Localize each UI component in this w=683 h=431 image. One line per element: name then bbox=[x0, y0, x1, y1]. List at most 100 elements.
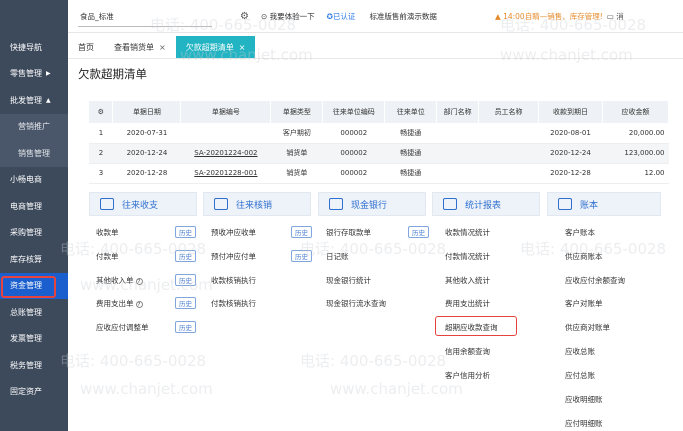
menu-payment-writeoff[interactable]: 付款核销执行 bbox=[211, 298, 256, 309]
menu-supplier-statement[interactable]: 供应商对账单 bbox=[565, 322, 610, 333]
menu-receipt-writeoff[interactable]: 收款核销执行 bbox=[211, 275, 256, 286]
message-icon[interactable]: ▭ 消 bbox=[607, 11, 624, 22]
table-row[interactable]: 3 2020-12-28 SA-20201228-001 销货单 000002 … bbox=[89, 163, 669, 184]
menu-customer-book[interactable]: 客户账本 bbox=[565, 227, 595, 238]
document-link[interactable]: SA-20201228-001 bbox=[180, 163, 271, 184]
column-header[interactable]: 往来单位 bbox=[384, 101, 438, 123]
menu-cash-bank-flow[interactable]: 现金银行流水查询 bbox=[326, 298, 386, 309]
history-button[interactable]: 历史 bbox=[175, 297, 196, 309]
sidebar-item-ecommerce[interactable]: 电商管理 bbox=[0, 193, 68, 220]
section-ledger-books: 账本 bbox=[547, 192, 661, 216]
sidebar-item-quick-nav[interactable]: 快捷导航 bbox=[0, 34, 68, 61]
tab-overdue-list[interactable]: 欠款超期清单 × bbox=[175, 36, 256, 58]
sidebar-item-ledger[interactable]: 总账管理 bbox=[0, 299, 68, 326]
menu-bank-deposit[interactable]: 银行存取款单 bbox=[326, 227, 371, 238]
table-cell: 000002 bbox=[322, 143, 385, 164]
column-header[interactable]: 员工名称 bbox=[478, 101, 539, 123]
history-button[interactable]: 历史 bbox=[175, 250, 196, 262]
history-button[interactable]: 历史 bbox=[291, 250, 312, 262]
sidebar-item-tax[interactable]: 税务管理 bbox=[0, 352, 68, 379]
menu-ar-detail[interactable]: 应收明细账 bbox=[565, 394, 603, 405]
menu-prepay-receivable[interactable]: 预收冲应收单 bbox=[211, 227, 256, 238]
table-cell bbox=[478, 163, 539, 184]
write-off-icon bbox=[214, 198, 228, 210]
menu-receipt-stats[interactable]: 收款情况统计 bbox=[445, 227, 490, 238]
sidebar-item-purchase[interactable]: 采购管理 bbox=[0, 220, 68, 247]
menu-customer-statement[interactable]: 客户对账单 bbox=[565, 298, 603, 309]
menu-ar-ap-balance[interactable]: 应收应付余额查询 bbox=[565, 275, 625, 286]
column-header[interactable]: 收款到期日 bbox=[538, 101, 603, 123]
menu-journal[interactable]: 日记账 bbox=[326, 251, 349, 262]
sidebar-item-fixed-assets[interactable]: 固定资产 bbox=[0, 379, 68, 406]
table-cell: 销货单 bbox=[270, 163, 323, 184]
history-button[interactable]: 历史 bbox=[408, 226, 429, 238]
menu-supplier-book[interactable]: 供应商账本 bbox=[565, 251, 603, 262]
sidebar-item-invoice[interactable]: 发票管理 bbox=[0, 326, 68, 353]
document-link[interactable]: SA-20201224-002 bbox=[180, 143, 271, 164]
menu-receipt[interactable]: 收款单 bbox=[96, 227, 119, 238]
menu-ar-ap-adjust[interactable]: 应收应付调整单 bbox=[96, 322, 149, 333]
menu-ap-ledger[interactable]: 应付总账 bbox=[565, 370, 595, 381]
menu-expense[interactable]: 费用支出单? bbox=[96, 298, 143, 309]
sidebar-item-marketing[interactable]: 营销推广 bbox=[0, 113, 68, 140]
table-cell: 畅捷通 bbox=[384, 143, 437, 164]
tab-label: 欠款超期清单 bbox=[185, 42, 234, 52]
tab-view-sales-order[interactable]: 查看销货单 × bbox=[104, 36, 176, 58]
help-icon[interactable]: ? bbox=[135, 300, 143, 308]
menu-other-income-stats[interactable]: 其他收入统计 bbox=[445, 275, 490, 286]
column-header[interactable]: 部门名称 bbox=[436, 101, 480, 123]
shop-selector[interactable]: 食品_标准 bbox=[78, 11, 212, 27]
sidebar-item-sales[interactable]: 销售管理 bbox=[0, 140, 68, 167]
sidebar-item-inventory[interactable]: 库存核算 bbox=[0, 246, 68, 273]
table-cell: 销货单 bbox=[270, 143, 323, 164]
menu-payment[interactable]: 付款单 bbox=[96, 251, 119, 262]
menu-credit-analysis[interactable]: 客户信用分析 bbox=[445, 370, 490, 381]
table-cell bbox=[180, 123, 271, 144]
menu-cash-bank-stats[interactable]: 现金银行统计 bbox=[326, 275, 371, 286]
menu-payment-stats[interactable]: 付款情况统计 bbox=[445, 251, 490, 262]
menu-expense-stats[interactable]: 费用支出统计 bbox=[445, 298, 490, 309]
table-cell: 2020-07-31 bbox=[112, 123, 181, 144]
table-header-row: ⚙ 单据日期 单据编号 单据类型 往来单位编码 往来单位 部门名称 员工名称 收… bbox=[89, 101, 670, 123]
column-header[interactable]: 应收金额 bbox=[602, 101, 670, 123]
sidebar-item-wholesale[interactable]: 批发管理 ▲ bbox=[0, 87, 68, 114]
menu-ap-detail[interactable]: 应付明细账 bbox=[565, 418, 603, 429]
history-button[interactable]: 历史 bbox=[175, 226, 196, 238]
notice-label: 14:00自睛—销售、库存管理! bbox=[503, 11, 603, 21]
menu-other-income[interactable]: 其他收入单? bbox=[96, 275, 143, 286]
close-icon[interactable]: × bbox=[159, 43, 166, 52]
menu-prepay-payable[interactable]: 预付冲应付单 bbox=[211, 251, 256, 262]
column-header[interactable]: 单据日期 bbox=[112, 101, 182, 123]
gear-icon[interactable]: ⚙ bbox=[240, 11, 249, 22]
shop-name: 食品_标准 bbox=[80, 11, 114, 21]
column-header[interactable]: 单据编号 bbox=[180, 101, 272, 123]
table-cell: 2020-12-24 bbox=[538, 143, 603, 164]
sidebar-item-retail[interactable]: 零售管理 ▶ bbox=[0, 61, 68, 88]
table-cell: 畅捷通 bbox=[384, 163, 437, 184]
column-header[interactable]: 单据类型 bbox=[270, 101, 324, 123]
edition-label: 标准版售前演示数据 bbox=[369, 11, 437, 21]
tab-home[interactable]: 首页 bbox=[68, 36, 104, 58]
close-icon[interactable]: × bbox=[239, 43, 246, 52]
history-button[interactable]: 历史 bbox=[291, 226, 312, 238]
history-button[interactable]: 历史 bbox=[175, 321, 196, 333]
sidebar-item-label: 快捷导航 bbox=[10, 42, 42, 52]
column-header[interactable]: 往来单位编码 bbox=[322, 101, 386, 123]
menu-ar-ledger[interactable]: 应收总账 bbox=[565, 346, 595, 357]
certified-label: 已认证 bbox=[332, 11, 356, 21]
sidebar-item-ecommerce-mini[interactable]: 小畅电商 bbox=[0, 167, 68, 194]
certified-badge[interactable]: ✪已认证 bbox=[327, 11, 356, 22]
menu-credit-balance[interactable]: 信用余额查询 bbox=[445, 346, 490, 357]
sidebar-item-label: 营销推广 bbox=[18, 122, 50, 132]
sidebar-header bbox=[0, 0, 68, 34]
table-row[interactable]: 2 2020-12-24 SA-20201224-002 销货单 000002 … bbox=[89, 143, 669, 164]
table-row[interactable]: 1 2020-07-31 客户期初 000002 畅捷通 2020-08-01 … bbox=[89, 123, 669, 144]
trial-label: 我要体验一下 bbox=[269, 11, 315, 21]
trial-link[interactable]: ⊙ 我要体验一下 bbox=[261, 11, 315, 22]
notice-bell-icon[interactable]: ▲ 14:00自睛—销售、库存管理! bbox=[495, 11, 603, 22]
settings-icon[interactable]: ⚙ bbox=[89, 101, 114, 123]
sidebar-item-label: 固定资产 bbox=[10, 387, 42, 397]
sidebar-item-label: 发票管理 bbox=[10, 334, 42, 344]
history-button[interactable]: 历史 bbox=[175, 274, 196, 286]
help-icon[interactable]: ? bbox=[135, 277, 143, 285]
